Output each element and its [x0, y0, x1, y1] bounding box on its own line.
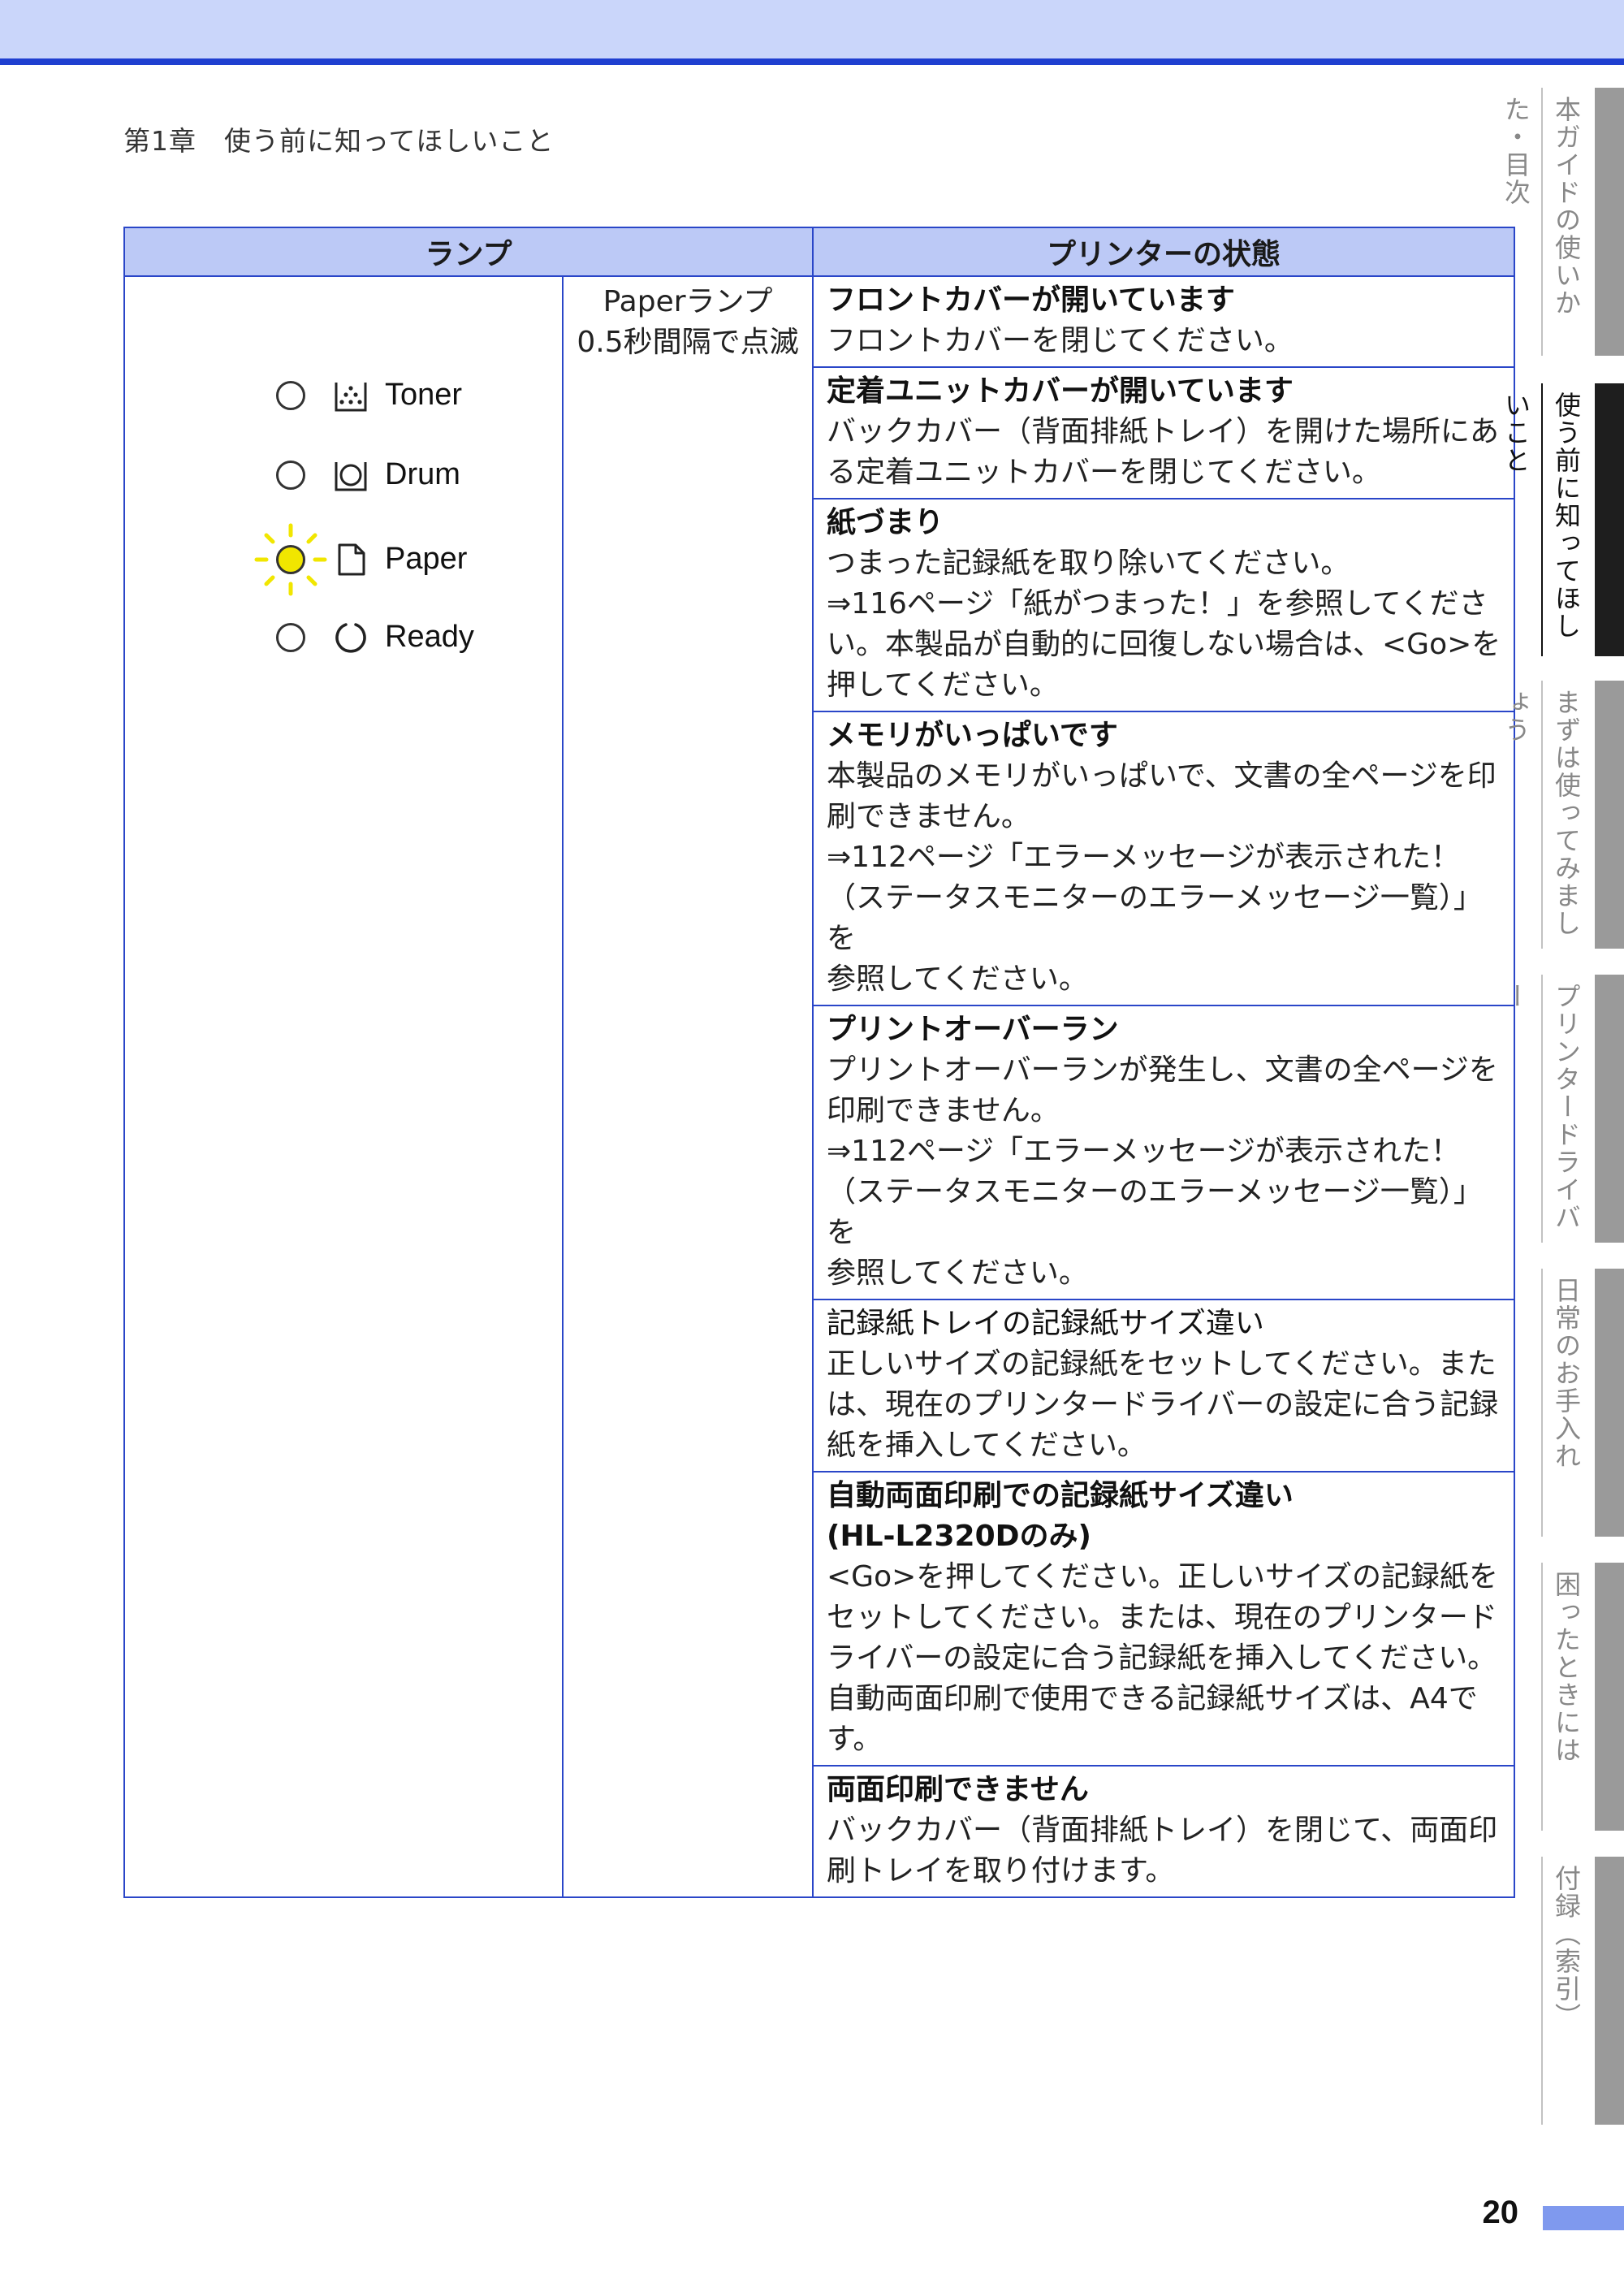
chapter-heading: 第1章 使う前に知ってほしいこと: [123, 125, 555, 157]
page-number: 20: [1482, 2195, 1519, 2230]
tab-bar: [1595, 383, 1624, 656]
status-title: プリントオーバーラン: [827, 1013, 1119, 1046]
paper-icon: [338, 543, 365, 576]
status-body: 刷できません。: [827, 800, 1030, 833]
drum-icon: [335, 462, 367, 491]
top-rule: [0, 58, 1624, 65]
mode-line-1: Paperランプ: [603, 285, 773, 318]
status-body: ⇒112ページ「エラーメッセージが表示された！: [827, 1135, 1461, 1168]
status-title: 自動両面印刷での記録紙サイズ違い: [827, 1479, 1294, 1512]
lamp-label-toner: Toner: [385, 378, 463, 412]
status-body: 自動両面印刷で使用できる記録紙サイズは、A4で: [827, 1682, 1478, 1715]
ready-icon: [335, 623, 366, 653]
status-body: ライバーの設定に合う記録紙を挿入してください。: [827, 1641, 1497, 1675]
mode-line-2: 0.5秒間隔で点滅: [577, 326, 799, 359]
lamp-indicator-cell: Toner Drum Paper Ready: [123, 275, 564, 1898]
page-number-bar: [1543, 2206, 1624, 2230]
status-title: 定着ユニットカバーが開いています: [827, 374, 1294, 408]
status-title: 紙づまり: [827, 506, 944, 539]
tab-label: 付録（索引）: [1541, 1857, 1592, 2125]
lamp-label-paper: Paper: [385, 542, 468, 576]
status-body: る定着ユニットカバーを閉じてください。: [827, 456, 1381, 489]
status-body: プリントオーバーランが発生し、文書の全ページを: [827, 1053, 1498, 1087]
status-title: メモリがいっぱいです: [827, 719, 1118, 752]
status-row-tray-size-mismatch: 記録紙トレイの記録紙サイズ違い 正しいサイズの記録紙をセットしてください。また …: [812, 1299, 1516, 1473]
lamp-row-paper: Paper: [254, 523, 507, 596]
status-row-duplex-unavailable: 両面印刷できません バックカバー（背面排紙トレイ）を閉じて、両面印 刷トレイを取…: [812, 1765, 1516, 1898]
drum-led-off: [276, 461, 305, 490]
status-title: 記録紙トレイの記録紙サイズ違い: [827, 1307, 1264, 1340]
tab-label: 困ったときには: [1541, 1563, 1592, 1831]
status-row-fuser-cover: 定着ユニットカバーが開いています バックカバー（背面排紙トレイ）を開けた場所にあ…: [812, 366, 1516, 499]
lamp-status-table: ランプ プリンターの状態 Toner Drum Paper Ready Pape…: [123, 227, 1516, 1898]
tab-bar: [1595, 1563, 1624, 1831]
lamp-label-drum: Drum: [385, 457, 460, 491]
status-body: 押してください。: [827, 668, 1059, 702]
lamp-row-ready: Ready: [263, 616, 507, 657]
lamp-row-toner: Toner: [263, 374, 507, 415]
ready-led-off: [276, 623, 305, 652]
status-body: バックカバー（背面排紙トレイ）を閉じて、両面印: [827, 1814, 1498, 1847]
status-row-print-overrun: プリントオーバーラン プリントオーバーランが発生し、文書の全ページを 印刷できま…: [812, 1005, 1516, 1300]
tab-label: 使う前に知ってほしいこと: [1501, 383, 1592, 656]
status-row-front-cover: フロントカバーが開いています フロントカバーを閉じてください。: [812, 275, 1516, 368]
toner-icon: [335, 383, 367, 412]
status-title: フロントカバーが開いています: [827, 283, 1235, 317]
tab-bar: [1595, 88, 1624, 356]
paper-led-blinking: [276, 545, 305, 574]
status-body: （ステータスモニターのエラーメッセージ一覧）」を: [827, 881, 1483, 955]
tab-label: まずは使ってみましょう: [1501, 681, 1592, 949]
status-body: 本製品のメモリがいっぱいで、文書の全ページを印: [827, 759, 1497, 793]
status-row-duplex-size-mismatch: 自動両面印刷での記録紙サイズ違い (HL-L2320Dのみ) <Go>を押してく…: [812, 1471, 1516, 1767]
tab-label: 日常のお手入れ: [1541, 1269, 1592, 1537]
status-body: ⇒116ページ「紙がつまった！」を参照してくださ: [827, 587, 1488, 621]
tab-label: 本ガイドの使いかた・目次: [1501, 88, 1592, 356]
status-body: す。: [827, 1723, 883, 1756]
status-body: （ステータスモニターのエラーメッセージ一覧）」を: [827, 1175, 1483, 1249]
lamp-mode-cell: Paperランプ 0.5秒間隔で点滅: [561, 275, 814, 1898]
status-body: 紙を挿入してください。: [827, 1429, 1147, 1462]
status-body: 正しいサイズの記録紙をセットしてください。また: [827, 1347, 1497, 1381]
status-row-paper-jam: 紙づまり つまった記録紙を取り除いてください。 ⇒116ページ「紙がつまった！」…: [812, 498, 1516, 712]
status-body: 印刷できません。: [827, 1094, 1060, 1127]
status-body: 参照してください。: [827, 962, 1088, 996]
tab-bar: [1595, 975, 1624, 1243]
header-status: プリンターの状態: [812, 227, 1516, 277]
top-band: [0, 0, 1624, 58]
status-body: バックカバー（背面排紙トレイ）を開けた場所にあ: [827, 415, 1500, 448]
status-body: つまった記録紙を取り除いてください。: [827, 547, 1350, 580]
tab-bar: [1595, 1857, 1624, 2125]
status-body: ⇒112ページ「エラーメッセージが表示された！: [827, 841, 1461, 874]
lamp-label-ready: Ready: [385, 620, 474, 654]
tab-bar: [1595, 1269, 1624, 1537]
status-body: セットしてください。または、現在のプリンタード: [827, 1601, 1497, 1634]
status-body: 刷トレイを取り付けます。: [827, 1854, 1175, 1888]
header-lamp: ランプ: [123, 227, 814, 277]
toner-led-off: [276, 381, 305, 410]
tab-bar: [1595, 681, 1624, 949]
status-row-memory-full: メモリがいっぱいです 本製品のメモリがいっぱいで、文書の全ページを印 刷できませ…: [812, 711, 1516, 1006]
status-title: 両面印刷できません: [827, 1773, 1089, 1806]
status-body: フロントカバーを閉じてください。: [827, 324, 1294, 357]
status-body: は、現在のプリンタードライバーの設定に合う記録: [827, 1388, 1499, 1421]
lamp-row-drum: Drum: [263, 454, 507, 495]
status-body: <Go>を押してください。正しいサイズの記録紙を: [827, 1560, 1499, 1594]
status-model-note: (HL-L2320Dのみ): [827, 1520, 1091, 1553]
status-body: 参照してください。: [827, 1256, 1088, 1290]
status-body: い。本製品が自動的に回復しない場合は、<Go>を: [827, 628, 1501, 661]
tab-label: プリンタードライバー: [1501, 975, 1592, 1243]
